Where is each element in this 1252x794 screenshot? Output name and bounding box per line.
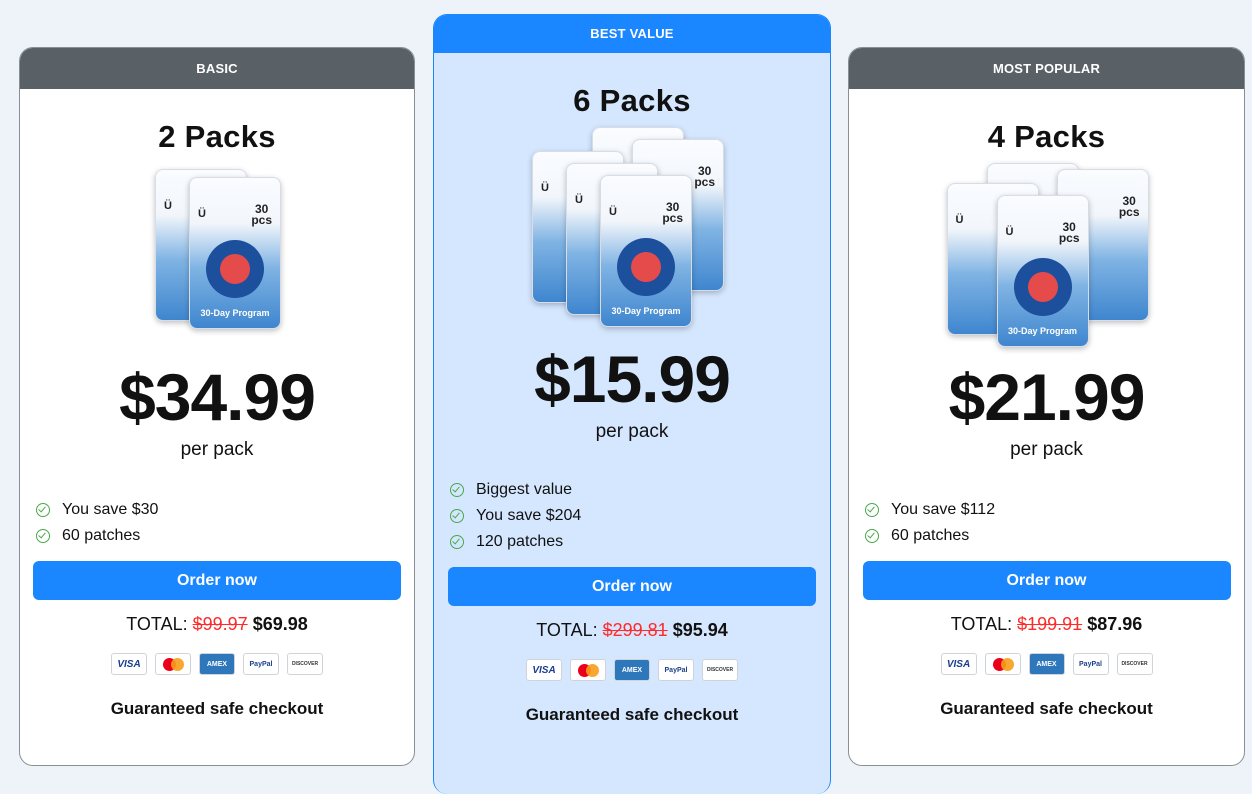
discover-icon: DISCOVER (1116, 653, 1153, 675)
pricing-card-most-popular: MOST POPULAR 4 Packs 30 pcs Ü Ü 30 pcs 30-… (848, 47, 1245, 766)
pack-count-title: 2 Packs (158, 119, 276, 154)
total-line: TOTAL: $199.91 $87.96 (849, 614, 1244, 635)
discover-icon: DISCOVER (287, 653, 323, 675)
pricing-card-best-value: BEST VALUE 6 Packs 30 pcs Ü Ü Ü 30 pcs 30-… (433, 14, 831, 794)
check-icon (36, 503, 50, 517)
brand-logo-icon: Ü (609, 206, 617, 218)
brand-logo-icon: Ü (541, 182, 549, 194)
pricing-card-basic: BASIC 2 Packs Ü Ü 30 pcs 30-Day Program $… (19, 47, 415, 766)
total-label: TOTAL: (950, 614, 1013, 634)
pcs-label: 30 pcs (251, 202, 272, 227)
check-icon (450, 509, 464, 523)
old-total: $299.81 (602, 620, 668, 640)
product-image: 30 pcs Ü Ü Ü 30 pcs 30-Day Program (502, 119, 762, 345)
total-line: TOTAL: $299.81 $95.94 (434, 620, 830, 641)
mastercard-icon (984, 653, 1021, 675)
pouch-image: Ü 30 pcs 30-Day Program (189, 177, 281, 329)
old-total: $99.97 (192, 614, 248, 634)
product-image: 30 pcs Ü Ü 30 pcs 30-Day Program (917, 155, 1177, 355)
pack-count-title: 4 Packs (987, 119, 1106, 154)
patch-circle-icon (1013, 258, 1072, 316)
visa-icon: VISA (111, 653, 147, 675)
new-total: $95.94 (672, 620, 728, 640)
payment-methods: VISA AMEX PayPal DISCOVER (434, 659, 830, 681)
order-now-button[interactable]: Order now (862, 561, 1231, 600)
per-pack-label: per pack (180, 439, 254, 460)
brand-logo-icon: Ü (575, 194, 583, 206)
patch-circle-icon (206, 240, 264, 298)
pack-count-title: 6 Packs (573, 83, 691, 118)
per-pack-label: per pack (1010, 439, 1083, 460)
check-icon (865, 503, 879, 517)
program-label: 30-Day Program (1007, 326, 1078, 336)
feature-item: Biggest value (450, 477, 830, 503)
old-total: $199.91 (1017, 614, 1083, 634)
total-label: TOTAL: (126, 614, 188, 634)
pcs-label: 30 pcs (662, 200, 683, 225)
check-icon (450, 483, 464, 497)
visa-icon: VISA (526, 659, 562, 681)
feature-item: 60 patches (865, 523, 1244, 549)
paypal-icon: PayPal (243, 653, 279, 675)
feature-item: 60 patches (36, 523, 414, 549)
brand-logo-icon: Ü (164, 200, 172, 212)
total-label: TOTAL: (536, 620, 598, 640)
check-icon (865, 529, 879, 543)
amex-icon: AMEX (1028, 653, 1065, 675)
pcs-label: 30 pcs (1118, 194, 1140, 219)
order-now-button[interactable]: Order now (33, 561, 401, 600)
discover-icon: DISCOVER (702, 659, 738, 681)
feature-list: You save $112 60 patches (865, 497, 1244, 549)
safe-checkout-label: Guaranteed safe checkout (110, 699, 324, 718)
order-now-button[interactable]: Order now (448, 567, 816, 606)
amex-icon: AMEX (199, 653, 235, 675)
price: $34.99 (119, 360, 316, 434)
patch-circle-icon (617, 238, 675, 296)
price: $15.99 (534, 342, 731, 416)
pcs-label: 30 pcs (694, 164, 715, 189)
card-ribbon: MOST POPULAR (849, 48, 1244, 89)
check-icon (450, 535, 464, 549)
program-label: 30-Day Program (611, 306, 681, 316)
paypal-icon: PayPal (658, 659, 694, 681)
feature-list: You save $30 60 patches (36, 497, 414, 549)
feature-item: You save $30 (36, 497, 414, 523)
payment-methods: VISA AMEX PayPal DISCOVER (849, 653, 1244, 675)
card-ribbon: BEST VALUE (434, 15, 830, 53)
check-icon (36, 529, 50, 543)
feature-item: 120 patches (450, 529, 830, 555)
total-line: TOTAL: $99.97 $69.98 (20, 614, 414, 635)
pcs-label: 30 pcs (1058, 220, 1080, 245)
safe-checkout-label: Guaranteed safe checkout (525, 705, 739, 724)
new-total: $69.98 (252, 614, 308, 634)
visa-icon: VISA (940, 653, 977, 675)
feature-list: Biggest value You save $204 120 patches (450, 477, 830, 555)
safe-checkout-label: Guaranteed safe checkout (940, 699, 1153, 718)
brand-logo-icon: Ü (955, 214, 964, 226)
mastercard-icon (155, 653, 191, 675)
payment-methods: VISA AMEX PayPal DISCOVER (20, 653, 414, 675)
card-ribbon: BASIC (20, 48, 414, 89)
new-total: $87.96 (1087, 614, 1143, 634)
paypal-icon: PayPal (1072, 653, 1109, 675)
mastercard-icon (570, 659, 606, 681)
brand-logo-icon: Ü (1005, 226, 1014, 238)
amex-icon: AMEX (614, 659, 650, 681)
pouch-image: Ü 30 pcs 30-Day Program (600, 175, 692, 327)
program-label: 30-Day Program (200, 308, 270, 318)
brand-logo-icon: Ü (198, 208, 206, 220)
price: $21.99 (948, 360, 1146, 434)
feature-item: You save $204 (450, 503, 830, 529)
feature-item: You save $112 (865, 497, 1244, 523)
product-image: Ü Ü 30 pcs 30-Day Program (97, 155, 337, 355)
per-pack-label: per pack (595, 421, 669, 442)
pouch-image: Ü 30 pcs 30-Day Program (996, 195, 1089, 347)
